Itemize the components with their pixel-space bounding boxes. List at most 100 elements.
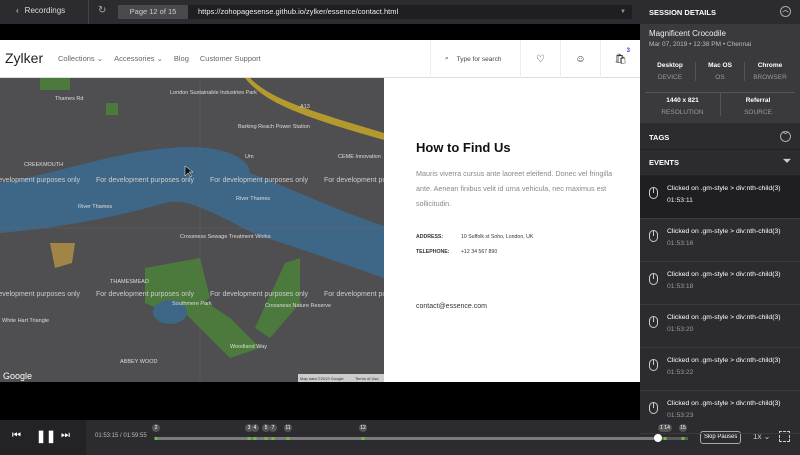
reload-icon[interactable]: ↻ (98, 5, 106, 16)
site-header: Zylker Collections ⌄ Accessories ⌄ Blog … (0, 40, 640, 78)
mouse-click-icon (649, 273, 658, 285)
event-text: Clicked on .gm-style > div:nth-child(3) (667, 314, 781, 321)
map-label: CEME Innovation (338, 154, 381, 160)
telephone-row: TELEPHONE: +12 34 567 890 (416, 249, 498, 255)
terms-link[interactable]: Terms of Use (355, 376, 379, 381)
os-cell: Mac OS OS (695, 62, 745, 81)
timeline-progress (156, 437, 659, 440)
nav-accessories[interactable]: Accessories ⌄ (114, 54, 163, 63)
chevron-left-icon: ‹ (16, 6, 19, 15)
timeline-marker[interactable]: 11 (284, 424, 292, 432)
map-watermark: For development purposes only (0, 291, 81, 298)
site-logo[interactable]: Zylker (5, 50, 43, 66)
timeline-event-dot (361, 437, 365, 440)
event-time: 01:53:11 (667, 197, 693, 204)
tags-header[interactable]: TAGS ﹀ (640, 123, 800, 150)
map-label: Um (245, 154, 254, 160)
address-row: ADDRESS: 10 Suffolk st Soho, London, UK (416, 234, 534, 240)
device-cell: Desktop DEVICE (657, 62, 683, 81)
timeline-marker[interactable]: 7 (269, 424, 277, 432)
map-label: Thames Rd (55, 96, 83, 102)
map-watermark: For development purposes only (324, 291, 384, 298)
user-icon[interactable]: ☺ (560, 40, 600, 78)
mouse-click-icon (649, 359, 658, 371)
event-time: 01:53:20 (667, 326, 694, 333)
contact-title: How to Find Us (416, 140, 511, 155)
pause-icon[interactable]: ❚❚ (36, 429, 56, 443)
nav-blog[interactable]: Blog (174, 54, 189, 63)
session-details: Magnificent Crocodile Mar 07, 2019 • 12:… (640, 24, 800, 123)
map-label: Woodland Way (230, 344, 267, 350)
map-label: Crossness Sewage Treatment Works (180, 234, 271, 240)
map-watermark: For development purposes only (96, 177, 195, 184)
url-dropdown[interactable]: https://zohopagesense.github.io/zylker/e… (188, 5, 632, 19)
map-label: River Thames (78, 204, 112, 210)
session-details-header[interactable]: SESSION DETAILS ︿ (640, 0, 800, 24)
event-item[interactable]: Clicked on .gm-style > div:nth-child(3) 0… (640, 219, 800, 262)
map-label: CREEKMOUTH (24, 162, 63, 168)
player-controls: ⏮ ❚❚ ⏭ (0, 420, 86, 455)
back-label: Recordings (24, 6, 66, 15)
event-time: 01:53:18 (667, 283, 694, 290)
next-icon[interactable]: ⏭ (61, 430, 70, 441)
event-item[interactable]: Clicked on .gm-style > div:nth-child(3) 0… (640, 391, 800, 434)
timeline-marker[interactable]: 12 (359, 424, 367, 432)
playhead-handle[interactable] (654, 434, 663, 442)
map-watermark: For development purposes only (96, 291, 195, 298)
nav-collections[interactable]: Collections ⌄ (58, 54, 103, 63)
chevron-up-icon[interactable]: ︿ (780, 6, 791, 17)
contact-body: Mauris viverra cursus ante laoreet eleif… (416, 169, 613, 208)
timeline-event-dot (286, 437, 290, 440)
browser-cell: Chrome BROWSER (753, 62, 787, 81)
previous-icon[interactable]: ⏮ (12, 430, 21, 441)
chevron-down-icon[interactable]: ﹀ (780, 131, 791, 142)
caret-down-icon: ▼ (620, 9, 626, 15)
contact-email-link[interactable]: contact@essence.com (416, 303, 487, 310)
url-text: https://zohopagesense.github.io/zylker/e… (198, 7, 399, 16)
event-time: 01:53:22 (667, 369, 694, 376)
filter-icon[interactable]: ⏷ (783, 156, 791, 167)
back-to-recordings-button[interactable]: ‹ Recordings (16, 6, 65, 15)
map-label: ABBEY WOOD (120, 359, 158, 365)
event-item[interactable]: Clicked on .gm-style > div:nth-child(3) 0… (640, 348, 800, 391)
cart-bag-icon[interactable]: 🛍︎ 3 (600, 40, 640, 78)
timeline-event-dot (681, 437, 685, 440)
event-text: Clicked on .gm-style > div:nth-child(3) (667, 400, 781, 407)
timeline-event-dot (154, 437, 158, 440)
google-logo: Google (3, 371, 32, 381)
resolution-cell: 1440 x 821 RESOLUTION (645, 92, 720, 116)
timeline-event-dot (247, 437, 251, 440)
source-cell: Referral SOURCE (720, 92, 795, 116)
contact-section: How to Find Us Mauris viverra cursus ant… (384, 78, 640, 382)
timeline-marker[interactable]: 4 (251, 424, 259, 432)
map-label: THAMESMEAD (110, 279, 149, 285)
timeline-event-dot (271, 437, 275, 440)
map-attribution: Map data ©2019 Google (300, 376, 344, 381)
timeline-marker[interactable]: 2 (152, 424, 160, 432)
event-time: 01:53:16 (667, 240, 694, 247)
timeline-event-dot (264, 437, 268, 440)
event-time: 01:53:23 (667, 412, 694, 419)
map-label: Crossness Nature Reserve (265, 303, 331, 309)
session-panel: SESSION DETAILS ︿ Magnificent Crocodile M… (640, 0, 800, 434)
event-item[interactable]: Clicked on .gm-style > div:nth-child(3) 0… (640, 305, 800, 348)
page-indicator[interactable]: Page 12 of 15 (118, 5, 188, 19)
nav-customer-support[interactable]: Customer Support (200, 54, 261, 63)
event-item[interactable]: Clicked on .gm-style > div:nth-child(3) 0… (640, 262, 800, 305)
recording-toolbar: ‹ Recordings ↻ Page 12 of 15 https://zoho… (0, 0, 640, 24)
map-label: White Hart Triangle (2, 318, 49, 324)
mouse-click-icon (649, 187, 658, 199)
events-header: EVENTS ⏷ (640, 150, 800, 176)
map-watermark: For development purposes only (210, 291, 309, 298)
event-item[interactable]: Clicked on .gm-style > div:nth-child(3) 0… (640, 176, 800, 219)
map-label: Barking Reach Power Station (238, 124, 310, 130)
wishlist-heart-icon[interactable]: ♡ (520, 40, 560, 78)
road-a13 (245, 78, 384, 140)
mouse-click-icon (649, 402, 658, 414)
timeline-scrubber[interactable] (156, 437, 688, 440)
google-map[interactable]: London Sustainable Industries Park Thame… (0, 78, 384, 382)
event-text: Clicked on .gm-style > div:nth-child(3) (667, 357, 781, 364)
divider (88, 0, 89, 24)
playback-time: 01:53:15 / 01:59:55 (95, 433, 147, 439)
search-icon: ⌕ (445, 55, 449, 62)
